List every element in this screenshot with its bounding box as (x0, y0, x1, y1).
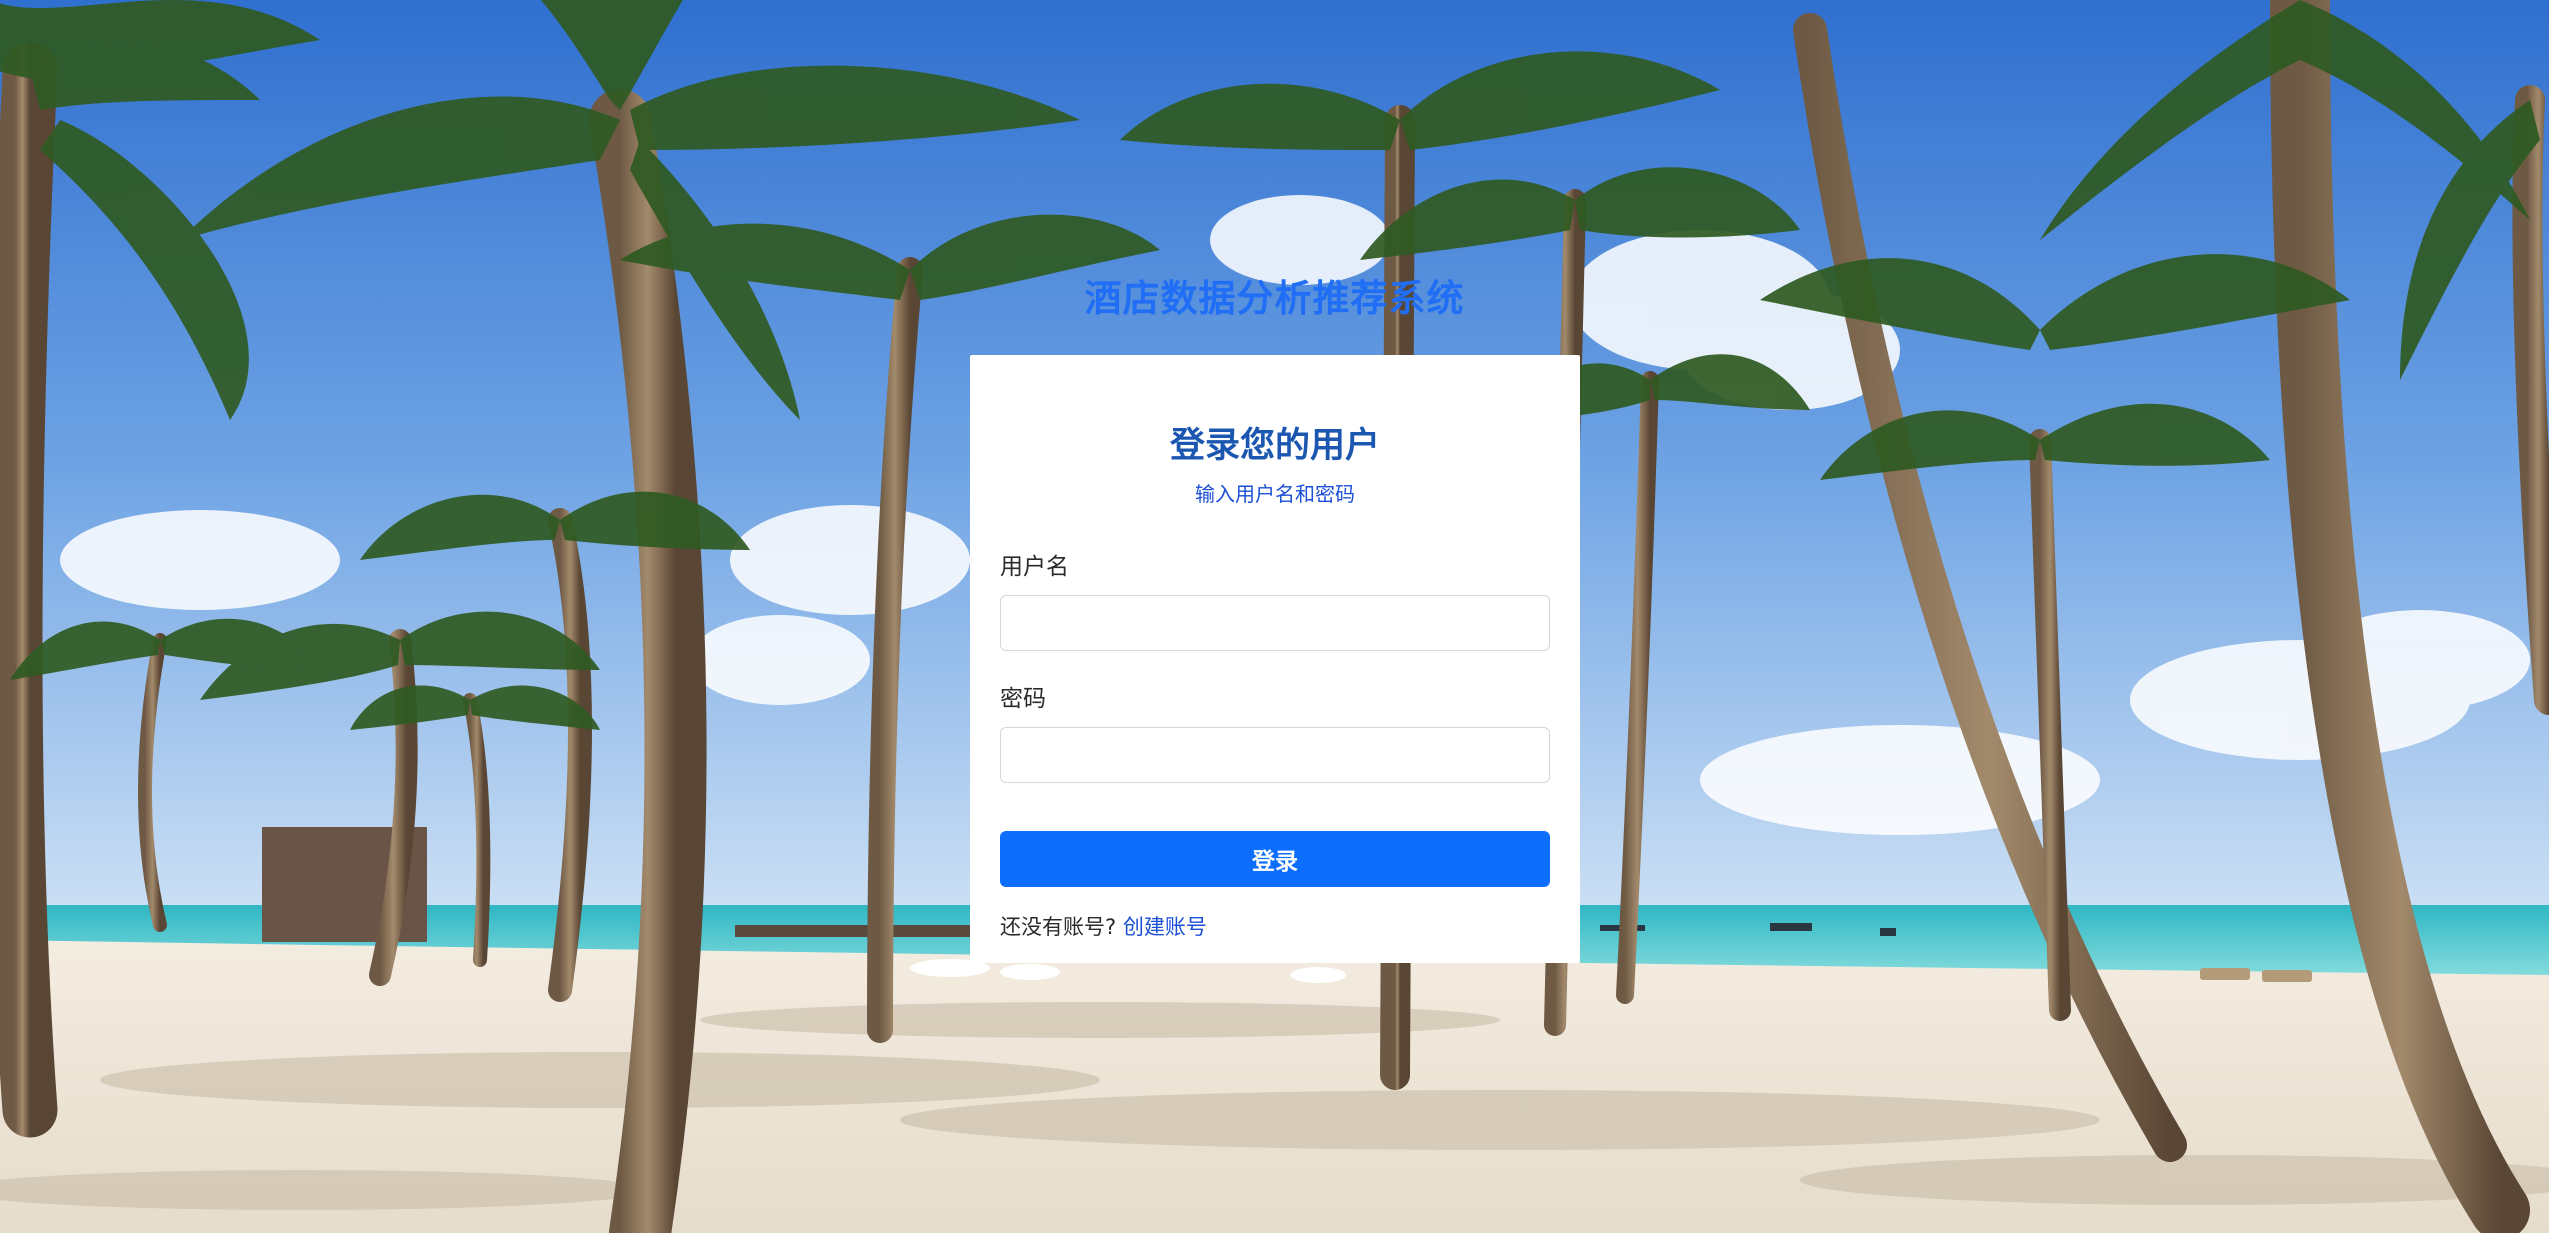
login-button[interactable]: 登录 (1000, 831, 1550, 887)
app-title: 酒店数据分析推荐系统 (1084, 277, 1465, 320)
signup-row: 还没有账号? 创建账号 (1000, 911, 1550, 941)
signup-prompt: 还没有账号? (1000, 915, 1117, 939)
login-subheading: 输入用户名和密码 (1195, 482, 1355, 506)
login-card: 登录您的用户 输入用户名和密码 用户名 密码 登录 还没有账号? 创建账号 (970, 355, 1580, 963)
username-input[interactable] (1000, 595, 1550, 651)
create-account-link[interactable]: 创建账号 (1123, 915, 1207, 939)
password-input[interactable] (1000, 727, 1550, 783)
login-heading: 登录您的用户 (1169, 426, 1380, 466)
username-label: 用户名 (1000, 554, 1069, 580)
password-label: 密码 (1000, 686, 1046, 712)
